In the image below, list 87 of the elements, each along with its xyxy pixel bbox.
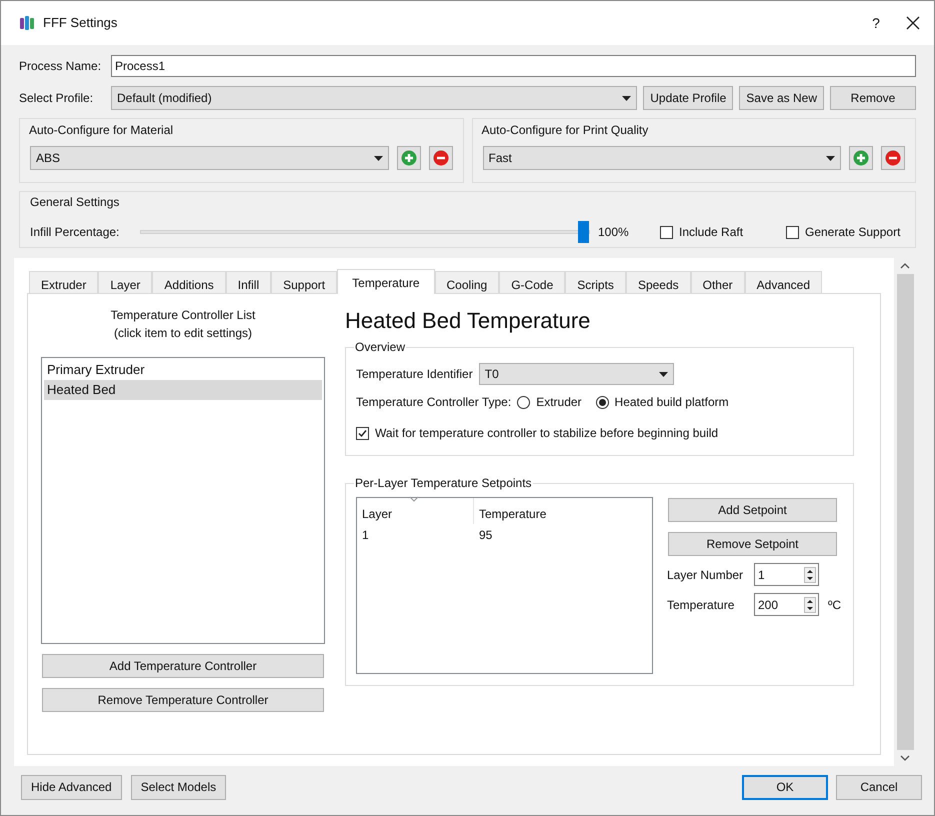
caret-icon xyxy=(826,156,835,160)
checkbox-label: Include Raft xyxy=(679,224,744,241)
dropdown[interactable]: Default (modified) xyxy=(111,86,638,110)
tab[interactable]: Temperature xyxy=(337,269,435,294)
field-label: Temperature Identifier xyxy=(356,366,473,383)
group-title: General Settings xyxy=(30,194,120,211)
button[interactable]: Add Temperature Controller xyxy=(42,654,324,678)
list-item[interactable]: Heated Bed xyxy=(44,380,322,400)
tab[interactable]: Other xyxy=(690,271,745,293)
table-cell-text: 1 xyxy=(361,527,370,544)
tab[interactable]: Cooling xyxy=(434,271,500,293)
button[interactable]: Update Profile xyxy=(643,86,734,110)
tab[interactable]: Infill xyxy=(226,271,272,293)
help-button[interactable]: ? xyxy=(856,12,896,34)
window-title: FFF Settings xyxy=(43,14,118,32)
tab[interactable]: Speeds xyxy=(626,271,691,293)
minus-icon xyxy=(432,150,448,166)
tab[interactable]: Layer xyxy=(98,271,152,293)
button[interactable]: Cancel xyxy=(836,774,922,800)
infill-slider[interactable] xyxy=(140,221,590,243)
button[interactable]: Remove Temperature Controller xyxy=(42,688,324,712)
slider-thumb[interactable] xyxy=(578,221,589,243)
spin-box[interactable]: 200 xyxy=(754,593,819,616)
group-title: Auto-Configure for Material xyxy=(29,122,174,139)
tab[interactable]: Additions xyxy=(152,271,226,293)
group-title: Auto-Configure for Print Quality xyxy=(482,122,650,139)
field-label: Temperature xyxy=(667,596,736,614)
list-title: Temperature Controller List xyxy=(110,307,256,324)
stepper-icon xyxy=(804,596,816,612)
checkbox[interactable] xyxy=(786,226,799,238)
button[interactable]: Remove Setpoint xyxy=(668,532,837,556)
unit-label: ºC xyxy=(828,596,842,614)
dropdown[interactable]: ABS xyxy=(30,146,388,170)
minus-icon xyxy=(885,150,901,166)
group-title: Per-Layer Temperature Setpoints xyxy=(354,475,533,492)
app-logo-icon xyxy=(19,15,35,31)
dropdown[interactable]: Fast xyxy=(482,146,841,170)
button[interactable]: Hide Advanced xyxy=(21,774,122,800)
caret-icon xyxy=(374,156,382,160)
checkbox-label: Generate Support xyxy=(805,224,900,241)
tab[interactable]: Support xyxy=(271,271,338,293)
caret-icon xyxy=(658,372,668,376)
slider-value: 100% xyxy=(598,224,630,241)
slider-label: Infill Percentage: xyxy=(30,224,120,241)
add-button[interactable] xyxy=(849,146,873,170)
field-label: Select Profile: xyxy=(19,90,94,107)
close-icon[interactable] xyxy=(906,16,920,30)
plus-icon xyxy=(853,150,869,166)
checkbox[interactable] xyxy=(660,226,673,238)
add-button[interactable] xyxy=(396,146,420,170)
input-field[interactable]: Process1 xyxy=(111,55,916,77)
scroll-down-icon[interactable] xyxy=(900,755,910,761)
tab[interactable]: Advanced xyxy=(744,271,822,293)
radio-label: Extruder xyxy=(536,394,582,411)
dropdown[interactable]: T0 xyxy=(478,363,674,385)
radio-label: Heated build platform xyxy=(614,394,729,411)
radio-button[interactable] xyxy=(596,396,609,408)
button[interactable]: Add Setpoint xyxy=(668,498,837,522)
field-label: Layer Number xyxy=(667,566,744,584)
button[interactable]: Select Models xyxy=(130,774,226,800)
scroll-up-icon[interactable] xyxy=(900,263,910,269)
plus-icon xyxy=(400,150,416,166)
button[interactable]: Remove xyxy=(830,86,916,110)
button[interactable]: Save as New xyxy=(739,86,824,110)
tab[interactable]: Extruder xyxy=(29,271,98,293)
sort-icon xyxy=(409,496,419,502)
remove-button[interactable] xyxy=(428,146,452,170)
field-label: Process Name: xyxy=(19,58,102,75)
tab[interactable]: Scripts xyxy=(565,271,626,293)
list-item[interactable]: Primary Extruder xyxy=(44,360,322,380)
tab[interactable]: G-Code xyxy=(499,271,566,293)
table-cell-text: 95 xyxy=(478,527,494,544)
checkbox-label: Wait for temperature controller to stabilize before beginning build xyxy=(375,425,718,442)
caret-icon xyxy=(622,96,632,100)
remove-button[interactable] xyxy=(881,146,905,170)
stepper-icon xyxy=(804,566,816,582)
group-title: Overview xyxy=(354,339,406,356)
checkbox[interactable] xyxy=(356,426,369,440)
field-label: Temperature Controller Type: xyxy=(356,394,512,411)
column-header: Layer xyxy=(357,498,474,524)
button[interactable]: OK xyxy=(742,774,828,800)
spin-box[interactable]: 1 xyxy=(754,563,819,586)
section-heading: Heated Bed Temperature xyxy=(345,307,592,335)
column-header: Temperature xyxy=(478,506,548,523)
controller-list[interactable]: Primary Extruder Heated Bed xyxy=(41,357,325,644)
radio-button[interactable] xyxy=(517,396,530,408)
list-subtitle: (click item to edit settings) xyxy=(112,325,254,342)
